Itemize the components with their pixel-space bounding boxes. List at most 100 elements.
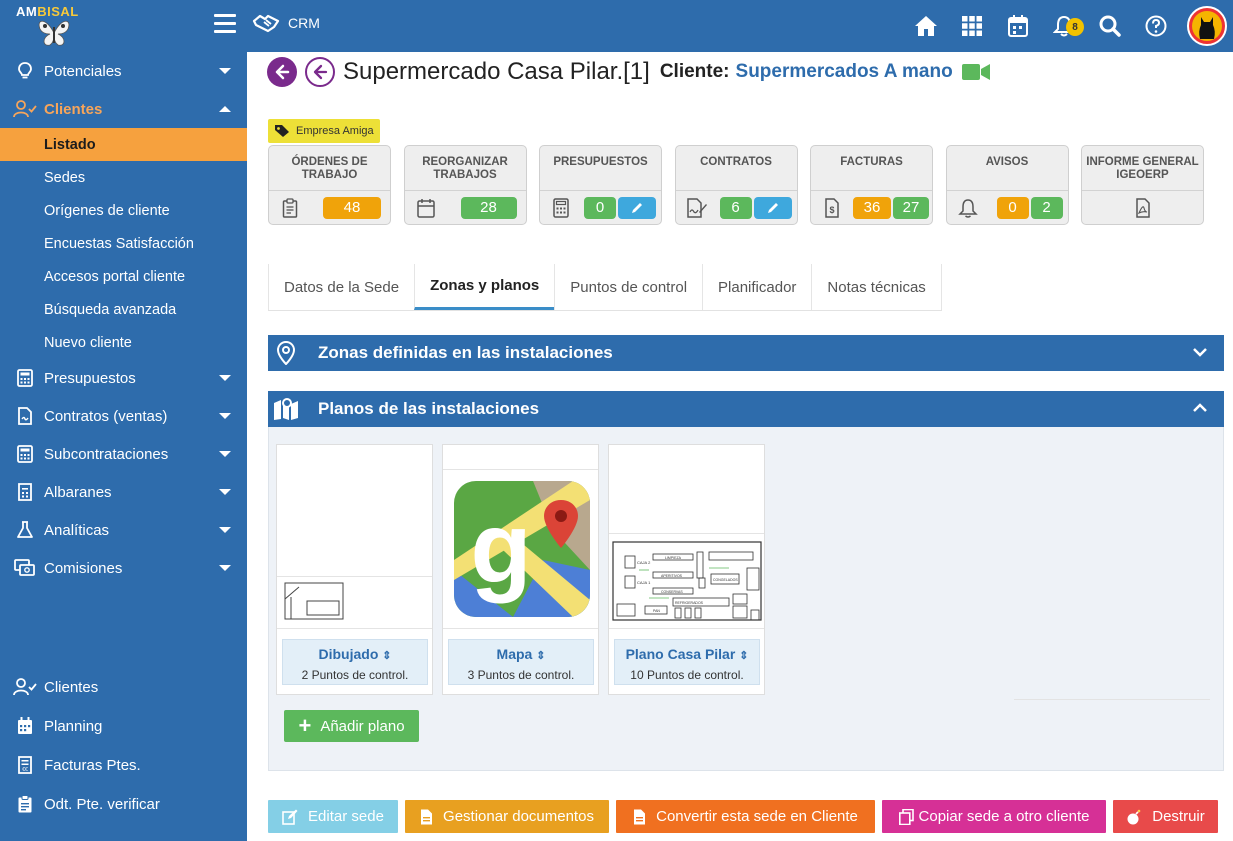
sidebar-subitem-encuestas[interactable]: Encuestas Satisfacción (0, 227, 247, 260)
zones-panel-header[interactable]: Zonas definidas en las instalaciones (268, 335, 1224, 371)
add-plan-button[interactable]: + Añadir plano (284, 710, 419, 742)
svg-text:$: $ (829, 205, 834, 215)
plans-panel-header[interactable]: Planos de las instalaciones (268, 391, 1224, 427)
app-logo[interactable]: AMBISAL (14, 4, 94, 50)
calendar-button[interactable] (995, 0, 1041, 52)
contratos-new-button[interactable] (753, 196, 792, 219)
flask-icon (17, 521, 33, 538)
sidebar-item-comisiones[interactable]: Comisiones (0, 549, 247, 587)
card-facturas[interactable]: FACTURAS $ 36 27 (810, 145, 933, 225)
tag-icon (275, 125, 289, 137)
money-icon (14, 559, 35, 576)
main-content: Supermercado Casa Pilar.[1] Cliente: Sup… (247, 52, 1233, 841)
sidebar-item-contratos[interactable]: Contratos (ventas) (0, 397, 247, 435)
tab-puntos-control[interactable]: Puntos de control (554, 264, 702, 310)
card-title: ÓRDENES DE TRABAJO (291, 156, 368, 181)
ordenes-count-badge[interactable]: 48 (323, 196, 381, 219)
calculator-icon (17, 445, 33, 463)
manage-documents-button[interactable]: Gestionar documentos (405, 800, 609, 833)
avisos-done-badge[interactable]: 2 (1030, 196, 1063, 219)
facturas-paid-badge[interactable]: 27 (893, 196, 929, 219)
presupuestos-count-badge[interactable]: 0 (584, 196, 616, 219)
client-name-link[interactable]: Supermercados A mano (736, 61, 953, 83)
invoice-icon: €€ (18, 756, 32, 774)
convert-to-client-button[interactable]: Convertir esta sede en Cliente (616, 800, 875, 833)
sidebar-subitem-origenes[interactable]: Orígenes de cliente (0, 194, 247, 227)
chevron-down-icon (1193, 348, 1207, 357)
plan-thumbnail[interactable]: CAJA 2 CAJA 1 LIMPIEZA APERITIVOS CONSER… (609, 533, 764, 629)
video-camera-icon[interactable] (961, 62, 991, 82)
avisos-pending-badge[interactable]: 0 (996, 196, 1029, 219)
card-reorganizar-trabajos[interactable]: REORGANIZAR TRABAJOS 28 (403, 145, 527, 225)
search-button[interactable] (1087, 0, 1133, 52)
sidebar-item-potenciales[interactable]: Potenciales (0, 52, 247, 90)
shortcut-odt-verificar[interactable]: Odt. Pte. verificar (0, 785, 247, 823)
reorganizar-count-badge[interactable]: 28 (460, 196, 517, 219)
copy-site-button[interactable]: Copiar sede a otro cliente (882, 800, 1106, 833)
destroy-button[interactable]: Destruir (1113, 800, 1218, 833)
sidebar-subitem-listado[interactable]: Listado (0, 128, 247, 161)
plan-info[interactable]: Plano Casa Pilar ⇕ 10 Puntos de control. (614, 639, 760, 685)
help-button[interactable] (1133, 0, 1179, 52)
page-header: Supermercado Casa Pilar.[1] Cliente: Sup… (267, 56, 991, 88)
sidebar-item-analiticas[interactable]: Analíticas (0, 511, 247, 549)
document-icon (634, 809, 646, 824)
user-avatar[interactable] (1187, 6, 1227, 46)
sidebar-subitem-busqueda[interactable]: Búsqueda avanzada (0, 293, 247, 326)
chevron-up-icon (1193, 403, 1207, 412)
menu-toggle-button[interactable] (214, 14, 236, 36)
sidebar-item-albaranes[interactable]: Albaranes (0, 473, 247, 511)
shortcut-facturas[interactable]: €€ Facturas Ptes. (0, 746, 247, 784)
chevron-down-icon (219, 451, 231, 457)
chevron-down-icon (219, 413, 231, 419)
shortcut-clientes[interactable]: Clientes (0, 668, 247, 706)
card-ordenes-trabajo[interactable]: ÓRDENES DE TRABAJO 48 (268, 145, 391, 225)
sidebar-subitem-nuevo[interactable]: Nuevo cliente (0, 326, 247, 359)
tab-planificador[interactable]: Planificador (702, 264, 811, 310)
shortcut-label: Planning (44, 717, 103, 735)
presupuestos-new-button[interactable] (618, 196, 656, 219)
plan-card[interactable]: Dibujado ⇕ 2 Puntos de control. (276, 444, 433, 695)
home-button[interactable] (903, 0, 949, 52)
back-button[interactable] (267, 57, 297, 87)
map-icon (274, 398, 298, 420)
contratos-count-badge[interactable]: 6 (719, 196, 752, 219)
notifications-button[interactable]: 8 (1041, 0, 1087, 52)
sidebar-item-label: Potenciales (44, 62, 122, 80)
company-tag: Empresa Amiga (268, 119, 380, 143)
plan-thumbnail[interactable]: g (443, 469, 598, 629)
plan-thumbnail[interactable] (277, 576, 432, 629)
plan-card[interactable]: g Mapa ⇕ 3 Puntos de control. (442, 444, 599, 695)
sidebar-subitem-sedes[interactable]: Sedes (0, 161, 247, 194)
logo-text-main: AM (16, 4, 38, 19)
edit-site-button[interactable]: Editar sede (268, 800, 398, 833)
calculator-icon (17, 369, 33, 387)
card-avisos[interactable]: AVISOS 0 2 (945, 145, 1069, 225)
crm-module-link[interactable]: CRM (252, 13, 320, 33)
tab-datos-sede[interactable]: Datos de la Sede (268, 264, 414, 310)
lightbulb-icon (18, 62, 32, 79)
tab-notas-tecnicas[interactable]: Notas técnicas (811, 264, 942, 310)
sidebar-item-presupuestos[interactable]: Presupuestos (0, 359, 247, 397)
plan-card[interactable]: CAJA 2 CAJA 1 LIMPIEZA APERITIVOS CONSER… (608, 444, 765, 695)
pencil-icon (767, 202, 778, 213)
card-presupuestos[interactable]: PRESUPUESTOS 0 (539, 145, 662, 225)
card-contratos[interactable]: CONTRATOS 6 (674, 145, 798, 225)
facturas-pending-badge[interactable]: 36 (853, 196, 891, 219)
apps-button[interactable] (949, 0, 995, 52)
sidebar-item-clientes[interactable]: Clientes (0, 90, 247, 128)
calendar-icon (1008, 15, 1028, 37)
card-informe-general[interactable]: INFORME GENERAL IGEOERP (1081, 145, 1204, 225)
back-to-list-button[interactable] (305, 57, 335, 87)
user-check-icon (13, 100, 37, 118)
tab-zonas-planos[interactable]: Zonas y planos (414, 264, 555, 310)
plan-info[interactable]: Dibujado ⇕ 2 Puntos de control. (282, 639, 428, 685)
shortcut-planning[interactable]: Planning (0, 707, 247, 745)
add-plan-label: Añadir plano (320, 717, 405, 735)
floorplan-label: LIMPIEZA (665, 556, 682, 560)
plan-control-points: 10 Puntos de control. (630, 668, 744, 682)
plan-info[interactable]: Mapa ⇕ 3 Puntos de control. (448, 639, 594, 685)
pin-icon: ⇕ (739, 650, 749, 662)
sidebar-item-subcontrataciones[interactable]: Subcontrataciones (0, 435, 247, 473)
sidebar-subitem-accesos[interactable]: Accesos portal cliente (0, 260, 247, 293)
